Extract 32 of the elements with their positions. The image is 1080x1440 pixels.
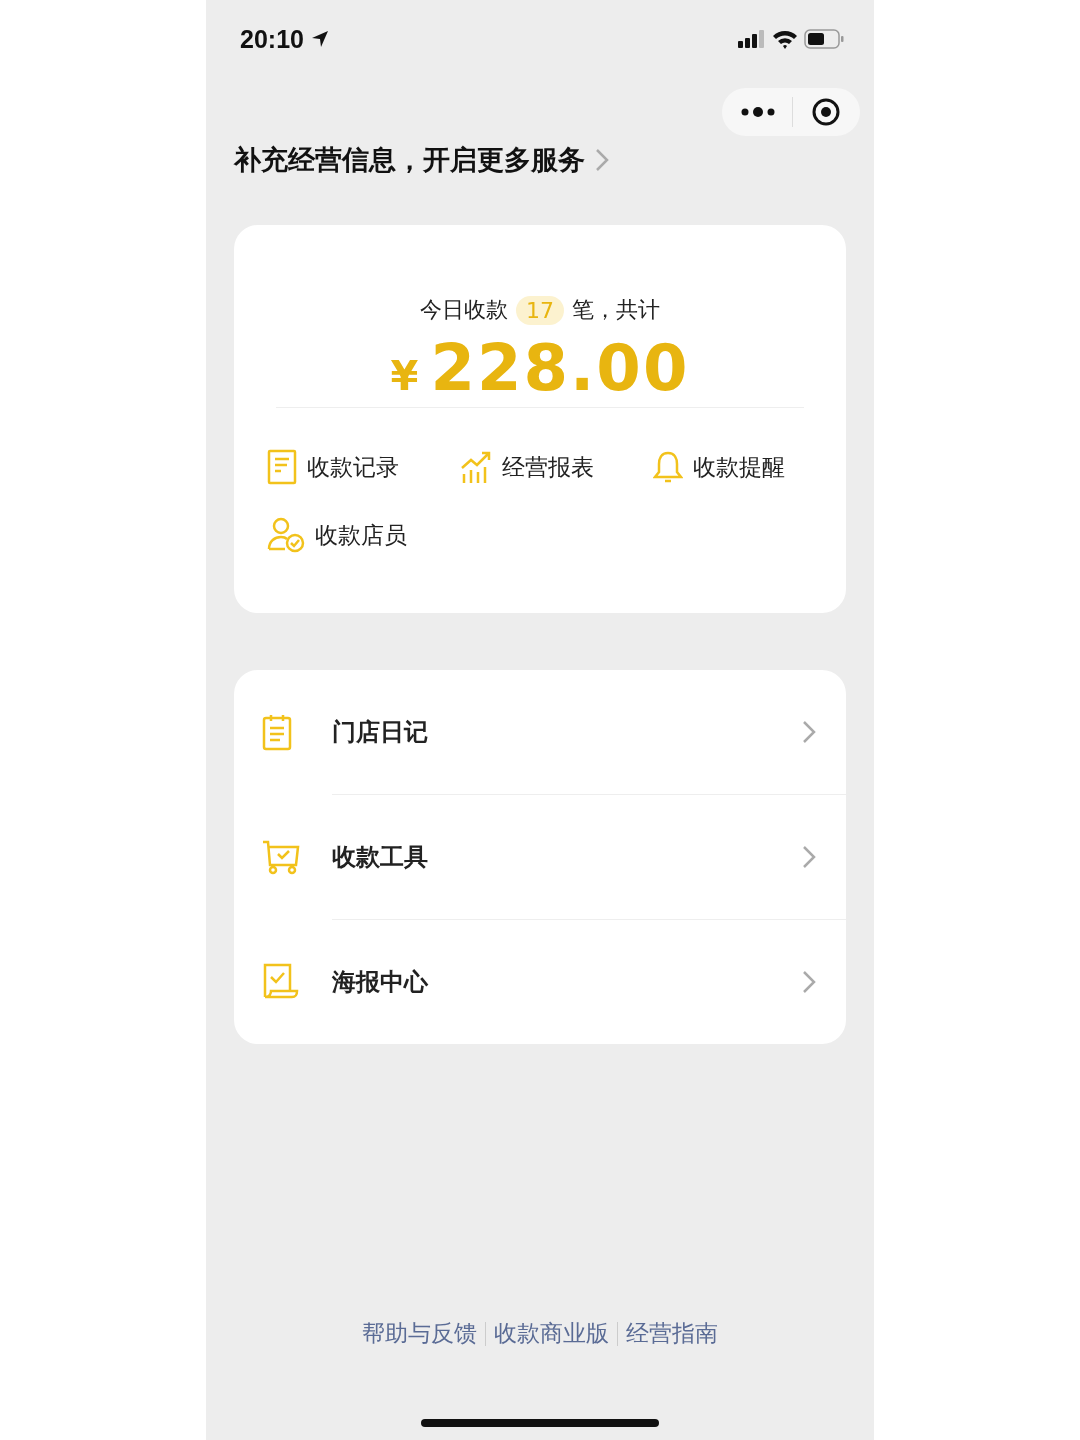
chevron-right-icon (802, 845, 816, 869)
currency-symbol: ¥ (390, 353, 419, 399)
bell-icon (653, 450, 683, 484)
rising-chart-icon (460, 450, 492, 484)
banner-link[interactable]: 补充经营信息，开启更多服务 (234, 142, 585, 178)
count-badge: 17 (516, 295, 564, 325)
shortcut-item[interactable]: 收款提醒 (653, 448, 813, 486)
footer-link[interactable]: 经营指南 (626, 1318, 718, 1349)
summary-label: 今日收款 (420, 296, 508, 324)
menu-item[interactable]: 门店日记 (234, 670, 846, 794)
notepad-icon (262, 713, 292, 751)
menu-item[interactable]: 海报中心 (234, 920, 846, 1044)
status-time: 20:10 (240, 24, 304, 54)
footer-link[interactable]: 帮助与反馈 (362, 1318, 477, 1349)
more-icon[interactable] (740, 106, 775, 118)
shortcut-item[interactable]: 收款记录 (267, 448, 460, 486)
footer-link[interactable]: 收款商业版 (494, 1318, 609, 1349)
person-check-icon (267, 517, 305, 553)
battery-icon (804, 29, 844, 49)
shortcut-item[interactable]: 经营报表 (460, 448, 653, 486)
summary-label: 笔，共计 (572, 296, 660, 324)
cart-icon (262, 839, 300, 875)
poster-check-icon (262, 963, 300, 1001)
chevron-right-icon (595, 148, 609, 172)
signal-icon (738, 30, 766, 48)
chevron-right-icon (802, 720, 816, 744)
shortcut-item[interactable]: 收款店员 (267, 516, 460, 554)
document-icon (267, 449, 297, 485)
chevron-right-icon (802, 970, 816, 994)
menu-item[interactable]: 收款工具 (234, 795, 846, 919)
amount-value: 228.00 (430, 331, 690, 405)
wifi-icon (772, 29, 798, 49)
